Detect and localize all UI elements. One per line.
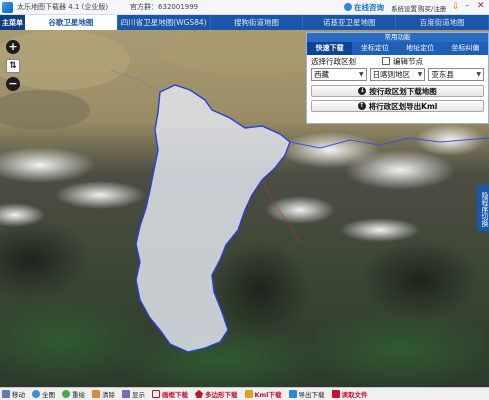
qq-group-text: 官方群：632001999 [130, 3, 199, 11]
kml-download-label: Kml下载 [254, 391, 282, 399]
online-consult-button[interactable]: 在线咨询 [340, 1, 388, 13]
county-select[interactable]: 亚东县 ▼ [428, 68, 485, 81]
kml-download-button[interactable]: Kml下载 [244, 389, 282, 399]
tab-address-locate[interactable]: 地址定位 [398, 42, 443, 55]
polygon-icon [195, 390, 203, 398]
move-button[interactable]: 移动 [2, 389, 25, 399]
full-map-button[interactable]: 全图 [32, 389, 55, 399]
map-source-tabs: 主菜单 谷歌卫星地图 四川省卫星地图(WGS84) 搜狗街道地图 诺基亚卫星地图… [0, 15, 489, 30]
minimize-icon[interactable]: – [465, 1, 470, 11]
select-region-label: 选择行政区划 [311, 56, 356, 66]
display-button[interactable]: 显示 [122, 389, 145, 399]
rotate-icon[interactable]: ⇅ [6, 59, 20, 73]
chevron-down-icon: ▼ [359, 71, 364, 78]
edit-nodes-checkbox[interactable] [382, 57, 390, 65]
city-value: 日喀则地区 [372, 70, 411, 79]
rectangle-icon [152, 390, 160, 398]
chevron-down-icon: ▼ [476, 71, 482, 78]
hand-icon [2, 390, 10, 398]
download-by-region-label: 按行政区划下载地图 [369, 86, 437, 96]
chat-icon [344, 3, 352, 11]
read-file-label: 读取文件 [341, 391, 368, 399]
province-select[interactable]: 西藏 ▼ [311, 68, 367, 81]
province-value: 西藏 [314, 70, 329, 79]
download-icon: ↓ [358, 87, 367, 95]
zoom-in-icon[interactable]: + [6, 40, 20, 54]
polygon-download-button[interactable]: 多边形下载 [195, 389, 238, 399]
panel-title: 常用功能 [307, 33, 488, 42]
region-options-row: 选择行政区划 编辑节点 [307, 55, 488, 67]
tab-coordinate-locate[interactable]: 坐标定位 [352, 42, 397, 55]
window-title: 太乐地图下载器 4.1 (企业版) [17, 3, 109, 11]
export-kml-button[interactable]: ↑ 将行政区划导出Kml [311, 100, 484, 112]
main-menu-button[interactable]: 主菜单 [0, 15, 25, 30]
file-icon [331, 390, 340, 398]
export-download-button[interactable]: 导出下载 [288, 389, 325, 399]
kml-icon [244, 390, 253, 398]
tab-quick-download[interactable]: 快速下载 [307, 42, 353, 55]
refresh-icon [62, 390, 70, 398]
clear-button[interactable]: 清除 [92, 389, 115, 399]
online-consult-label: 在线咨询 [354, 2, 384, 12]
tab-baidu-street[interactable]: 百度街道地图 [396, 15, 489, 30]
bottom-toolbar: 移动 全图 重绘 清除 显示 画框下载 多边形下载 Kml下载 导出下载 读取文… [0, 387, 489, 400]
register-button[interactable]: 购买/注册 [418, 3, 446, 13]
move-label: 移动 [12, 391, 25, 399]
read-file-button[interactable]: 读取文件 [331, 389, 368, 399]
redraw-label: 重绘 [72, 391, 85, 399]
tab-google-satellite[interactable]: 谷歌卫星地图 [25, 15, 118, 30]
app-window: 太乐地图下载器 4.1 (企业版) 官方群：632001999 在线咨询 系统设… [0, 0, 489, 400]
layers-icon [122, 390, 130, 398]
full-map-label: 全图 [42, 391, 55, 399]
polygon-download-label: 多边形下载 [205, 391, 238, 399]
tab-nokia-satellite[interactable]: 诺基亚卫星地图 [303, 15, 397, 30]
globe-icon [32, 390, 40, 398]
box-download-label: 画框下载 [162, 391, 188, 399]
box-download-button[interactable]: 画框下载 [152, 389, 188, 399]
export-icon [288, 390, 297, 398]
clear-label: 清除 [102, 391, 115, 399]
tab-sogou-street[interactable]: 搜狗街道地图 [211, 15, 304, 30]
program-switch-toggle[interactable]: 隐程序切换 [477, 185, 489, 231]
tab-sichuan-satellite[interactable]: 四川省卫星地图(WGS84) [118, 15, 211, 30]
redraw-button[interactable]: 重绘 [62, 389, 85, 399]
export-icon: ↑ [357, 102, 366, 110]
chevron-down-icon: ▼ [417, 71, 423, 78]
county-value: 亚东县 [431, 70, 454, 79]
zoom-out-icon[interactable]: − [6, 77, 20, 91]
common-functions-panel: 常用功能 快速下载 坐标定位 地址定位 坐标纠偏 选择行政区划 编辑节点 西藏 … [306, 32, 489, 124]
region-selects: 西藏 ▼ 日喀则地区 ▼ 亚东县 ▼ [307, 67, 488, 82]
download-arrow-icon[interactable]: ⇩ [452, 2, 460, 12]
city-select[interactable]: 日喀则地区 ▼ [369, 68, 426, 81]
download-by-region-button[interactable]: ↓ 按行政区划下载地图 [311, 85, 484, 97]
system-settings-button[interactable]: 系统设置 [391, 3, 417, 13]
panel-tabs: 快速下载 坐标定位 地址定位 坐标纠偏 [307, 42, 488, 55]
export-kml-label: 将行政区划导出Kml [368, 101, 438, 111]
display-label: 显示 [132, 391, 145, 399]
eraser-icon [92, 390, 100, 398]
app-logo-icon [2, 1, 13, 13]
edit-nodes-label: 编辑节点 [393, 56, 423, 66]
export-download-label: 导出下载 [298, 391, 325, 399]
close-icon[interactable]: ✕ [477, 2, 486, 11]
title-bar: 太乐地图下载器 4.1 (企业版) 官方群：632001999 在线咨询 系统设… [0, 0, 489, 15]
tab-coordinate-correction[interactable]: 坐标纠偏 [443, 42, 488, 55]
